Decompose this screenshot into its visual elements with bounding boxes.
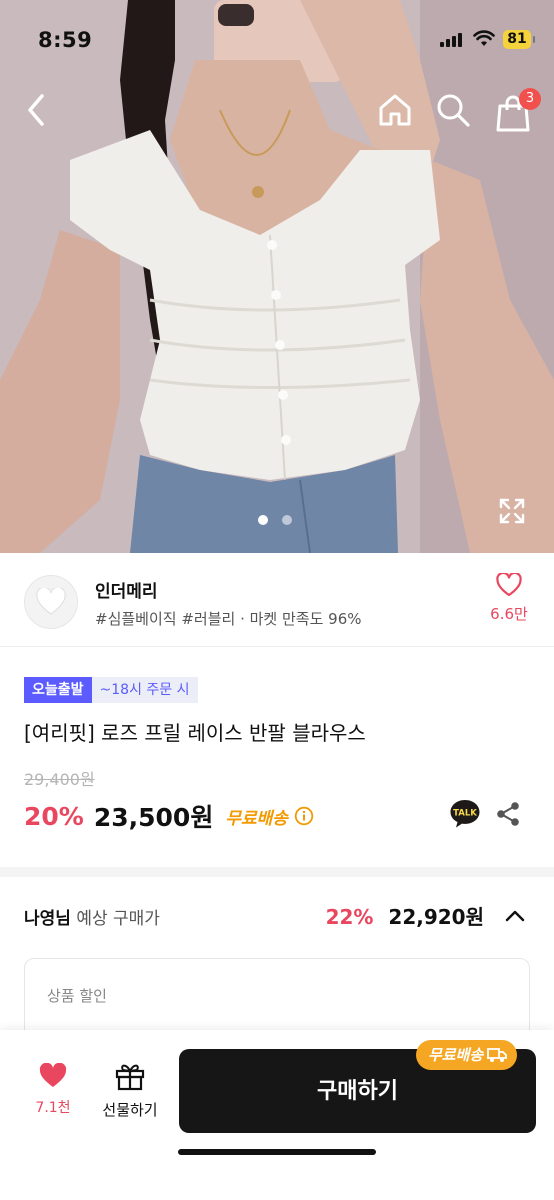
expected-price-label: 나영님 예상 구매가 (24, 904, 160, 929)
sale-price: 23,500원 (93, 803, 214, 832)
talk-label: TALK (453, 809, 477, 819)
home-indicator (178, 1149, 376, 1155)
shop-like-button[interactable]: 6.6만 (482, 571, 536, 624)
user-name: 나영님 (24, 909, 71, 929)
shop-info-row[interactable]: 인더메리 #심플베이직 #러블리 · 마켓 만족도 96% 6.6만 (0, 553, 554, 647)
gallery-dot-active (258, 515, 268, 525)
expected-discount-rate: 22% (325, 905, 374, 929)
wishlist-count: 7.1천 (35, 1100, 71, 1116)
wishlist-button[interactable]: 7.1천 (22, 1062, 84, 1117)
shop-logo[interactable] (24, 575, 78, 629)
shop-like-count: 6.6만 (490, 605, 528, 623)
order-cutoff-badge: ~18시 주문 시 (91, 677, 198, 703)
product-photo (0, 0, 554, 553)
expected-price-value: 22% 22,920원 (326, 901, 484, 930)
heart-filled-icon (39, 1062, 67, 1087)
search-icon (437, 94, 470, 127)
cellular-signal-icon (440, 33, 462, 47)
gift-button[interactable]: 선물하기 (95, 1061, 165, 1120)
product-title: [여리핏] 로즈 프릴 레이스 반팔 블라우스 (24, 721, 366, 745)
bottom-action-bar: 7.1천 선물하기 구매하기 무료배송 (0, 1030, 554, 1200)
cart-count-badge: 3 (519, 88, 541, 110)
product-image-gallery[interactable]: 8:59 81 3 (0, 0, 554, 553)
free-shipping-label: 무료배송 (225, 808, 288, 829)
product-discount-label: 상품 할인 (47, 987, 107, 1005)
cart-button[interactable]: 3 (493, 88, 541, 132)
home-icon (379, 94, 411, 126)
chevron-left-icon (28, 94, 44, 126)
truck-icon (487, 1048, 508, 1062)
fullscreen-button[interactable] (498, 497, 526, 525)
share-button[interactable] (494, 800, 522, 828)
home-button[interactable] (375, 90, 415, 130)
wifi-icon (473, 30, 495, 46)
chevron-up-icon[interactable] (503, 904, 527, 928)
section-divider (0, 867, 554, 877)
expand-icon (499, 498, 525, 524)
heart-logo-icon (36, 588, 66, 615)
search-button[interactable] (433, 90, 473, 130)
back-button[interactable] (20, 90, 56, 130)
expected-price: 22,920원 (388, 905, 484, 929)
discount-rate: 20% (24, 801, 84, 831)
expected-price-row[interactable]: 나영님 예상 구매가 22% 22,920원 (0, 877, 554, 957)
free-shipping-tag-label: 무료배송 (428, 1046, 484, 1064)
free-shipping-tag: 무료배송 (416, 1040, 518, 1070)
heart-outline-icon (496, 571, 522, 597)
shop-tags: #심플베이직 #러블리 · 마켓 만족도 96% (95, 610, 362, 628)
status-bar: 8:59 81 (0, 0, 554, 80)
shop-name[interactable]: 인더메리 (95, 577, 158, 602)
talk-bubble-icon: TALK (450, 800, 480, 828)
info-icon[interactable] (294, 806, 314, 826)
today-shipping-badge: 오늘출발 (24, 677, 92, 703)
gift-label: 선물하기 (102, 1101, 158, 1119)
delivery-badges: 오늘출발 ~18시 주문 시 (24, 677, 198, 703)
gift-icon (115, 1064, 145, 1091)
original-price: 29,400원 (24, 770, 95, 789)
kakao-talk-button[interactable]: TALK (449, 797, 481, 829)
price-row: 20% 23,500원 무료배송 (24, 798, 314, 834)
gallery-pagination (258, 515, 292, 525)
expected-price-caption: 예상 구매가 (76, 909, 160, 929)
share-icon (497, 802, 519, 826)
status-time: 8:59 (38, 28, 93, 52)
battery-icon: 81 (503, 30, 535, 49)
gallery-dot (282, 515, 292, 525)
